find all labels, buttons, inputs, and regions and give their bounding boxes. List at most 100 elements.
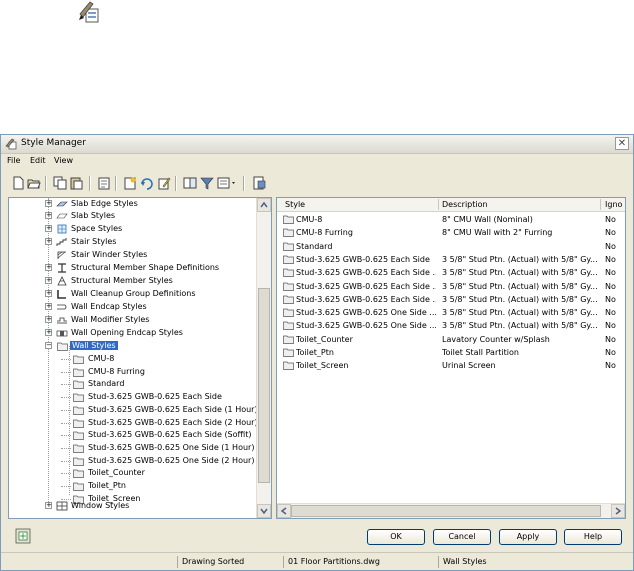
table-row[interactable]: Stud-3.625 GWB-0.625 One Side ... 3 5/8" … — [277, 306, 625, 319]
expand-toggle[interactable]: + — [45, 290, 52, 297]
expand-toggle[interactable]: + — [45, 238, 52, 245]
scroll-down-button[interactable] — [257, 504, 271, 518]
tree-item-wall-cleanup-group-definitions[interactable]: + Wall Cleanup Group Definitions — [45, 288, 265, 300]
edit-icon[interactable] — [157, 176, 171, 190]
tree-item-slab-styles[interactable]: + Slab Styles — [45, 210, 265, 222]
tree-item-wall-style[interactable]: Standard — [61, 378, 261, 390]
tree-item-label: Toilet_Counter — [88, 468, 145, 478]
expand-toggle[interactable]: + — [45, 225, 52, 232]
tree-vertical-scrollbar[interactable] — [256, 198, 271, 518]
scroll-left-button[interactable] — [277, 504, 291, 518]
copy-icon[interactable] — [53, 176, 67, 190]
table-row[interactable]: Toilet_Screen Urinal Screen No — [277, 359, 625, 372]
expand-toggle[interactable]: + — [45, 200, 52, 207]
column-header-ignore[interactable]: Igno — [605, 200, 622, 209]
style-tree[interactable]: + Slab Edge Styles + Slab Styles + Space… — [8, 197, 272, 519]
tree-item-wall-opening-endcap-styles[interactable]: + Wall Opening Endcap Styles — [45, 327, 265, 339]
scroll-thumb[interactable] — [291, 505, 601, 517]
close-button[interactable]: ✕ — [615, 137, 629, 150]
tree-item-wall-style[interactable]: Stud-3.625 GWB-0.625 Each Side (1 Hour) — [61, 404, 261, 416]
view-options-icon[interactable] — [217, 176, 237, 190]
collapse-toggle[interactable]: − — [45, 342, 52, 349]
expand-toggle[interactable]: + — [45, 502, 52, 509]
tree-item-stair-styles[interactable]: + Stair Styles — [45, 236, 265, 248]
tree-item-wall-style[interactable]: Stud-3.625 GWB-0.625 One Side (2 Hour) — [61, 455, 261, 467]
style-manager-help-icon[interactable] — [15, 528, 31, 544]
column-header-description[interactable]: Description — [442, 200, 488, 209]
toolbar-separator — [45, 176, 47, 191]
tree-connector — [61, 359, 71, 360]
tree-item-wall-style[interactable]: CMU-8 Furring — [61, 366, 261, 378]
table-row[interactable]: CMU-8 8" CMU Wall (Nominal) No — [277, 213, 625, 226]
table-row[interactable]: Toilet_Ptn Toilet Stall Partition No — [277, 346, 625, 359]
help-button[interactable]: Help — [564, 529, 622, 545]
set-from-icon[interactable] — [140, 176, 154, 190]
tree-item-wall-style[interactable]: Stud-3.625 GWB-0.625 Each Side (2 Hour) — [61, 417, 261, 429]
expand-toggle[interactable]: + — [45, 316, 52, 323]
list-header: Style Description Igno — [277, 198, 625, 212]
toggle-view-icon[interactable] — [183, 176, 197, 190]
table-row[interactable]: Standard No — [277, 240, 625, 253]
folder-icon — [73, 355, 84, 364]
expand-toggle[interactable]: + — [45, 277, 52, 284]
new-style-icon[interactable] — [123, 176, 137, 190]
title-bar[interactable]: Style Manager ✕ — [1, 135, 633, 154]
open-icon[interactable] — [27, 176, 41, 190]
list-horizontal-scrollbar[interactable] — [277, 503, 625, 518]
menu-edit[interactable]: Edit — [30, 156, 46, 165]
tree-item-space-styles[interactable]: + Space Styles — [45, 223, 265, 235]
table-row[interactable]: Stud-3.625 GWB-0.625 Each Side ... 3 5/8"… — [277, 293, 625, 306]
tree-item-wall-style[interactable]: Stud-3.625 GWB-0.625 One Side (1 Hour) — [61, 442, 261, 454]
tree-item-label: Stud-3.625 GWB-0.625 Each Side — [88, 392, 222, 402]
tree-item-label: Wall Opening Endcap Styles — [71, 328, 183, 337]
paste-icon[interactable] — [69, 176, 83, 190]
tree-item-wall-style[interactable]: Stud-3.625 GWB-0.625 Each Side (Soffit) — [61, 429, 261, 441]
table-row[interactable]: Stud-3.625 GWB-0.625 Each Side 3 5/8" Stu… — [277, 253, 625, 266]
apply-button[interactable]: Apply — [499, 529, 557, 545]
folder-icon — [283, 255, 294, 264]
tree-item-label: Slab Styles — [71, 211, 116, 220]
table-row[interactable]: Toilet_Counter Lavatory Counter w/Splash N… — [277, 333, 625, 346]
tree-item-wall-style[interactable]: Toilet_Ptn — [61, 480, 261, 492]
filter-icon[interactable] — [200, 176, 214, 190]
tree-item-wall-style[interactable]: CMU-8 — [61, 353, 261, 365]
cell-style: Stud-3.625 GWB-0.625 One Side ... — [296, 321, 436, 331]
tree-item-structural-member-styles[interactable]: + Structural Member Styles — [45, 275, 265, 287]
tree-item-label: Wall Styles — [70, 341, 118, 350]
column-divider[interactable] — [438, 199, 439, 210]
display-icon[interactable] — [252, 176, 266, 190]
menu-file[interactable]: File — [7, 156, 20, 165]
purge-icon[interactable] — [97, 176, 111, 190]
tree-item-stair-winder-styles[interactable]: Stair Winder Styles — [45, 249, 265, 261]
cell-ignore: No — [605, 308, 616, 318]
style-list[interactable]: Style Description Igno CMU-8 8" CMU Wall … — [276, 197, 626, 519]
tree-item-wall-style[interactable]: Stud-3.625 GWB-0.625 Each Side — [61, 391, 261, 403]
menu-view[interactable]: View — [54, 156, 73, 165]
expand-toggle[interactable]: + — [45, 212, 52, 219]
tree-item-wall-styles[interactable]: − Wall Styles — [45, 340, 265, 352]
tree-item-window-styles[interactable]: + Window Styles — [45, 500, 265, 512]
new-icon[interactable] — [11, 176, 25, 190]
table-row[interactable]: Stud-3.625 GWB-0.625 One Side ... 3 5/8" … — [277, 319, 625, 332]
tree-item-slab-edge-styles[interactable]: + Slab Edge Styles — [45, 198, 265, 210]
table-row[interactable]: Stud-3.625 GWB-0.625 Each Side ... 3 5/8"… — [277, 266, 625, 279]
tree-item-structural-member-shape-definitions[interactable]: + Structural Member Shape Definitions — [45, 262, 270, 274]
column-header-style[interactable]: Style — [285, 200, 305, 209]
cancel-button[interactable]: Cancel — [433, 529, 491, 545]
scroll-thumb[interactable] — [258, 288, 270, 483]
expand-toggle[interactable]: + — [45, 329, 52, 336]
tree-item-wall-modifier-styles[interactable]: + Wall Modifier Styles — [45, 314, 265, 326]
cell-description: 8" CMU Wall (Nominal) — [442, 215, 533, 224]
ok-button[interactable]: OK — [367, 529, 425, 545]
scroll-up-button[interactable] — [257, 198, 271, 212]
tree-item-wall-style[interactable]: Toilet_Counter — [61, 467, 261, 479]
tree-item-wall-endcap-styles[interactable]: + Wall Endcap Styles — [45, 301, 265, 313]
scroll-right-button[interactable] — [611, 504, 625, 518]
table-row[interactable]: CMU-8 Furring 8" CMU Wall with 2" Furring… — [277, 226, 625, 239]
tree-item-label: Stud-3.625 GWB-0.625 One Side (1 Hour) — [88, 442, 255, 452]
column-divider[interactable] — [600, 199, 601, 210]
expand-toggle[interactable]: + — [45, 303, 52, 310]
tree-item-label: Stud-3.625 GWB-0.625 Each Side (2 Hour) — [88, 417, 258, 427]
table-row[interactable]: Stud-3.625 GWB-0.625 Each Side ... 3 5/8"… — [277, 280, 625, 293]
expand-toggle[interactable]: + — [45, 264, 52, 271]
